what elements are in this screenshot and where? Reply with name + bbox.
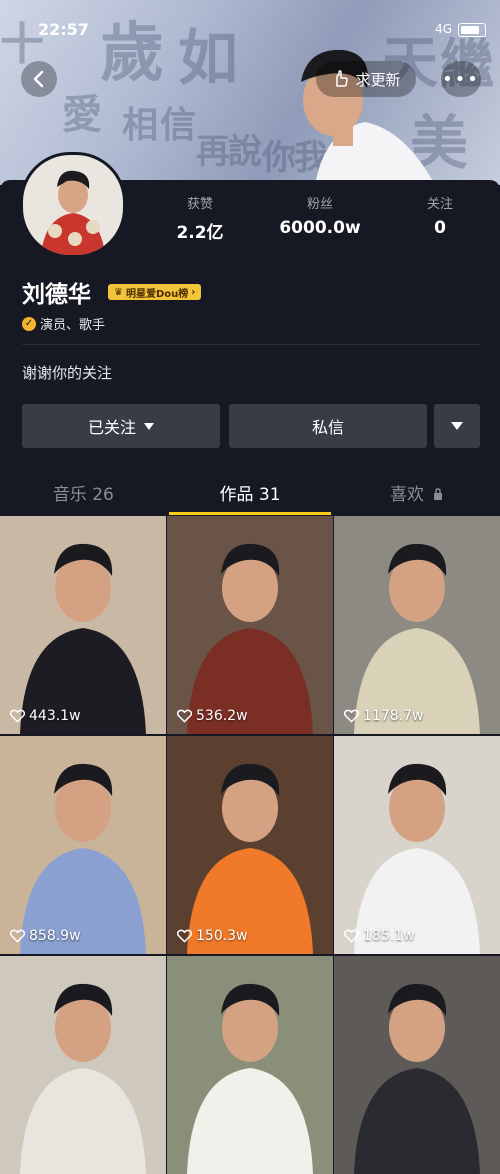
video-thumbnail-image	[354, 983, 480, 1174]
tab-likes[interactable]: 喜欢	[333, 470, 500, 514]
chevron-left-icon	[33, 70, 44, 88]
banner-calligraphy: 再	[196, 132, 230, 172]
message-label: 私信	[311, 418, 344, 437]
caret-down-icon	[451, 422, 463, 430]
video-thumbnail-image	[187, 543, 313, 734]
verification-text: 演员、歌手	[40, 318, 106, 333]
video-likes-count: 150.3w	[196, 928, 248, 944]
message-button[interactable]: 私信	[229, 404, 427, 448]
tab-music[interactable]: 音乐 26	[0, 470, 167, 514]
stat-value: 6000.0w	[279, 218, 361, 238]
heart-icon	[10, 709, 25, 723]
video-likes: 858.9w	[10, 928, 81, 944]
heart-icon	[344, 709, 359, 723]
video-thumbnail[interactable]	[0, 956, 166, 1174]
heart-icon	[177, 929, 192, 943]
status-bar: 22:57 4G	[0, 0, 500, 40]
video-thumbnail-image	[20, 763, 146, 954]
stat-likes[interactable]: 获赞 2.2亿	[140, 193, 260, 243]
banner-calligraphy: 相	[122, 104, 159, 146]
video-likes-count: 1178.7w	[363, 708, 424, 724]
video-thumbnail[interactable]: 443.1w	[0, 516, 166, 734]
request-update-label: 求更新	[355, 70, 401, 89]
heart-icon	[10, 929, 25, 943]
video-thumbnail[interactable]: 536.2w	[167, 516, 333, 734]
video-thumbnail-image	[187, 763, 313, 954]
status-time: 22:57	[38, 20, 89, 39]
battery-icon	[458, 23, 486, 37]
video-thumbnail[interactable]	[167, 956, 333, 1174]
profile-stats: 获赞 2.2亿 粉丝 6000.0w 关注 0	[140, 193, 500, 243]
caret-down-icon	[144, 422, 154, 430]
stat-following[interactable]: 关注 0	[380, 193, 500, 243]
banner-calligraphy: 信	[160, 104, 197, 146]
request-update-button[interactable]: 求更新	[316, 61, 416, 97]
profile-tabs: 音乐 26 作品 31 喜欢	[0, 470, 500, 515]
verified-icon: ✓	[22, 316, 36, 331]
more-options-button[interactable]: •••	[441, 61, 481, 97]
rank-badge-label: 明星爱Dou榜	[125, 288, 189, 300]
banner-calligraphy: 愛	[62, 91, 102, 138]
video-grid: 443.1w 536.2w 1178.7w 858.9w 150.3w 185.1w	[0, 516, 500, 1174]
divider	[22, 344, 480, 345]
video-thumbnail-image	[187, 983, 313, 1174]
video-likes-count: 185.1w	[363, 928, 415, 944]
video-thumbnail[interactable]	[334, 956, 500, 1174]
video-thumbnail[interactable]: 150.3w	[167, 736, 333, 954]
tab-likes-label: 喜欢	[389, 485, 424, 505]
stat-label: 粉丝	[306, 197, 333, 212]
followed-label: 已关注	[87, 418, 136, 437]
avatar[interactable]	[20, 152, 126, 258]
video-thumbnail-image	[20, 983, 146, 1174]
video-likes: 185.1w	[344, 928, 415, 944]
stat-followers[interactable]: 粉丝 6000.0w	[260, 193, 380, 243]
stat-value: 2.2亿	[176, 223, 224, 243]
stat-label: 关注	[426, 197, 453, 212]
stat-value: 0	[434, 218, 446, 238]
video-likes-count: 858.9w	[29, 928, 81, 944]
video-thumbnail-image	[354, 543, 480, 734]
tab-works[interactable]: 作品 31	[167, 470, 334, 515]
rank-badge[interactable]: ♛ 明星爱Dou榜 ›	[108, 284, 202, 300]
chevron-right-icon: ›	[191, 286, 196, 298]
profile-name: 刘德华	[22, 282, 91, 308]
avatar-image	[23, 155, 123, 255]
video-likes: 443.1w	[10, 708, 81, 724]
expand-button[interactable]	[434, 404, 480, 448]
crown-icon: ♛	[114, 286, 123, 298]
video-thumbnail[interactable]: 1178.7w	[334, 516, 500, 734]
video-likes-count: 536.2w	[196, 708, 248, 724]
back-button[interactable]	[21, 61, 57, 97]
banner-portrait	[301, 49, 435, 185]
video-likes: 1178.7w	[344, 708, 423, 724]
video-likes-count: 443.1w	[29, 708, 81, 724]
network-indicator: 4G	[435, 22, 452, 36]
video-thumbnail[interactable]: 858.9w	[0, 736, 166, 954]
video-thumbnail-image	[20, 543, 146, 734]
stat-label: 获赞	[186, 197, 213, 212]
verification-row: ✓ 演员、歌手	[22, 314, 105, 333]
lock-icon	[434, 488, 443, 500]
video-thumbnail[interactable]: 185.1w	[334, 736, 500, 954]
video-likes: 536.2w	[177, 708, 248, 724]
heart-icon	[344, 929, 359, 943]
ellipsis-icon: •••	[442, 68, 480, 90]
hand-point-icon	[336, 70, 349, 87]
video-thumbnail-image	[354, 763, 480, 954]
followed-button[interactable]: 已关注	[22, 404, 220, 448]
profile-bio: 谢谢你的关注	[22, 364, 113, 382]
heart-icon	[177, 709, 192, 723]
video-likes: 150.3w	[177, 928, 248, 944]
